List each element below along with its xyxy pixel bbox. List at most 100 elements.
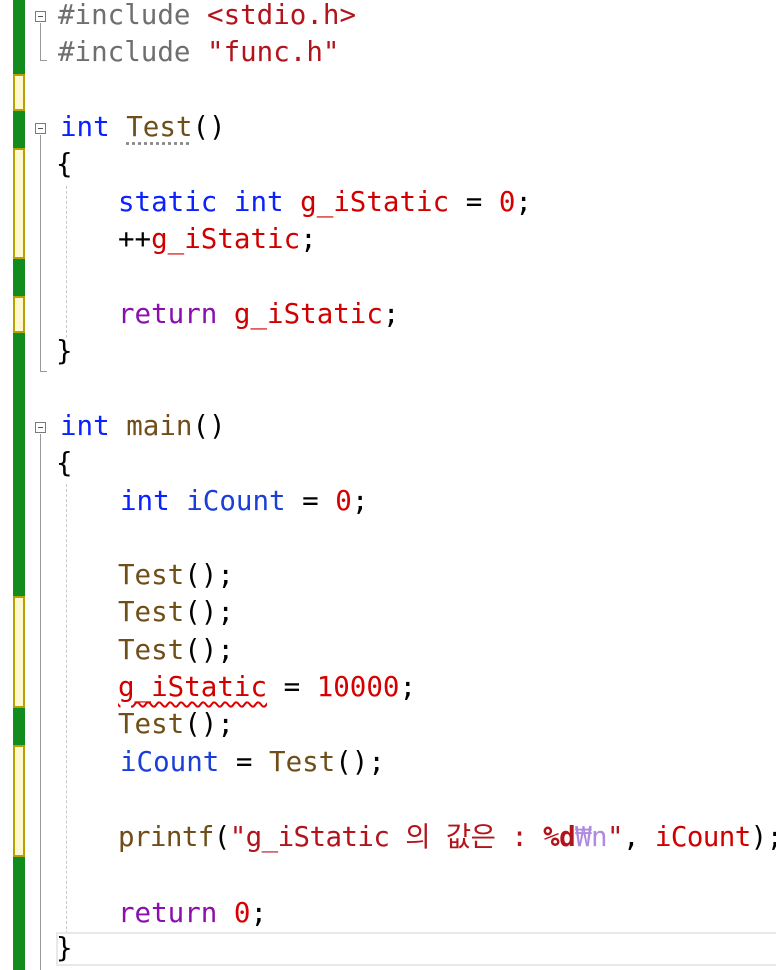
code-line-25[interactable]: return 0; <box>118 895 267 932</box>
keyword: int <box>60 410 110 442</box>
change-marker-saved <box>13 0 25 74</box>
keyword: return <box>118 298 218 330</box>
code-line-16[interactable]: Test(); <box>118 557 234 594</box>
code-line-17[interactable]: Test(); <box>118 594 234 631</box>
change-marker-unsaved <box>13 296 25 333</box>
escape-sequence: ₩n <box>575 821 608 853</box>
outline-line <box>40 135 41 371</box>
code-line-19[interactable]: g_iStatic = 10000; <box>118 669 416 706</box>
function-name: Test <box>126 111 193 143</box>
change-marker-unsaved <box>13 148 25 259</box>
punctuation: (); <box>335 746 385 778</box>
function-call: printf <box>118 821 214 853</box>
code-line-7[interactable]: ++g_iStatic; <box>118 221 317 258</box>
collapse-icon[interactable] <box>35 11 46 22</box>
function-call: Test <box>118 596 185 628</box>
operator: = <box>285 485 336 517</box>
change-marker-saved <box>13 111 25 148</box>
code-line-12[interactable]: int main() <box>60 408 226 445</box>
outline-line <box>40 434 41 970</box>
collapse-icon[interactable] <box>35 123 46 134</box>
include-path: "func.h" <box>207 36 340 68</box>
error-variable[interactable]: g_iStatic <box>118 671 267 703</box>
open-brace: { <box>56 447 73 479</box>
change-tracking-bar <box>13 0 25 970</box>
current-line-highlight <box>56 932 776 966</box>
string-literal: "g_iStatic 의 값은 : <box>229 821 544 853</box>
indent-guide <box>66 186 67 338</box>
code-line-23[interactable]: printf("g_iStatic 의 값은 : %d₩n", iCount); <box>118 819 776 856</box>
keyword: int <box>60 111 110 143</box>
close-brace: } <box>56 335 73 367</box>
punctuation: , <box>622 821 655 853</box>
function-name: main <box>126 410 193 442</box>
code-line-21[interactable]: iCount = Test(); <box>120 744 385 781</box>
outline-line <box>40 23 41 60</box>
include-path: <stdio.h> <box>207 0 357 31</box>
punctuation: ( <box>213 821 231 853</box>
number: 0 <box>335 485 352 517</box>
punctuation: ; <box>300 223 317 255</box>
punctuation: ; <box>250 897 268 929</box>
code-line-18[interactable]: Test(); <box>118 632 234 669</box>
code-line-5[interactable]: { <box>56 146 73 183</box>
code-line-13[interactable]: { <box>56 445 73 482</box>
keyword: int <box>120 485 170 517</box>
change-marker-unsaved <box>13 745 25 857</box>
indent-guide <box>66 484 67 934</box>
change-marker-saved <box>13 857 25 970</box>
punctuation: () <box>192 410 226 442</box>
punctuation: (); <box>184 596 234 628</box>
collapse-icon[interactable] <box>35 422 46 433</box>
variable: iCount <box>186 485 286 517</box>
code-line-4[interactable]: int Test() <box>60 109 226 146</box>
keyword: return <box>118 897 218 929</box>
code-line-26[interactable]: } <box>56 930 73 967</box>
code-line-1[interactable]: #include <stdio.h> <box>58 0 356 34</box>
close-brace: } <box>56 932 73 964</box>
punctuation: ); <box>750 821 776 853</box>
variable: iCount <box>654 821 751 853</box>
function-call: Test <box>118 559 185 591</box>
change-marker-unsaved <box>13 74 25 111</box>
operator: = <box>219 746 270 778</box>
format-specifier: %d <box>543 821 576 853</box>
code-line-20[interactable]: Test(); <box>118 706 234 743</box>
number: 0 <box>498 186 516 218</box>
change-marker-saved <box>13 333 25 596</box>
function-call: Test <box>118 634 185 666</box>
number: 10000 <box>316 671 400 703</box>
operator: ++ <box>118 223 152 255</box>
outline-end <box>40 60 47 61</box>
change-marker-saved <box>13 259 25 296</box>
punctuation: ; <box>351 485 369 517</box>
punctuation: ; <box>515 186 532 218</box>
punctuation: () <box>192 111 226 143</box>
string-literal: " <box>607 821 624 853</box>
operator: = <box>449 186 499 218</box>
code-line-9[interactable]: return g_iStatic; <box>118 296 399 333</box>
variable: g_iStatic <box>151 223 301 255</box>
change-marker-saved <box>13 708 25 745</box>
function-call: Test <box>269 746 336 778</box>
code-line-2[interactable]: #include "func.h" <box>58 34 339 71</box>
code-line-6[interactable]: static int g_iStatic = 0; <box>118 184 532 221</box>
keyword: static <box>118 186 218 218</box>
punctuation: ; <box>382 298 400 330</box>
number: 0 <box>233 897 251 929</box>
code-line-14[interactable]: int iCount = 0; <box>120 483 368 520</box>
variable: g_iStatic <box>233 298 383 330</box>
variable: iCount <box>120 746 220 778</box>
code-editor[interactable]: #include <stdio.h> #include "func.h" int… <box>0 0 776 970</box>
code-line-10[interactable]: } <box>56 333 73 370</box>
open-brace: { <box>56 148 73 180</box>
operator: = <box>267 671 317 703</box>
punctuation: ; <box>399 671 417 703</box>
punctuation: (); <box>184 634 234 666</box>
keyword: int <box>233 186 284 218</box>
change-marker-unsaved <box>13 596 25 708</box>
punctuation: (); <box>184 708 234 740</box>
variable: g_iStatic <box>300 186 450 218</box>
